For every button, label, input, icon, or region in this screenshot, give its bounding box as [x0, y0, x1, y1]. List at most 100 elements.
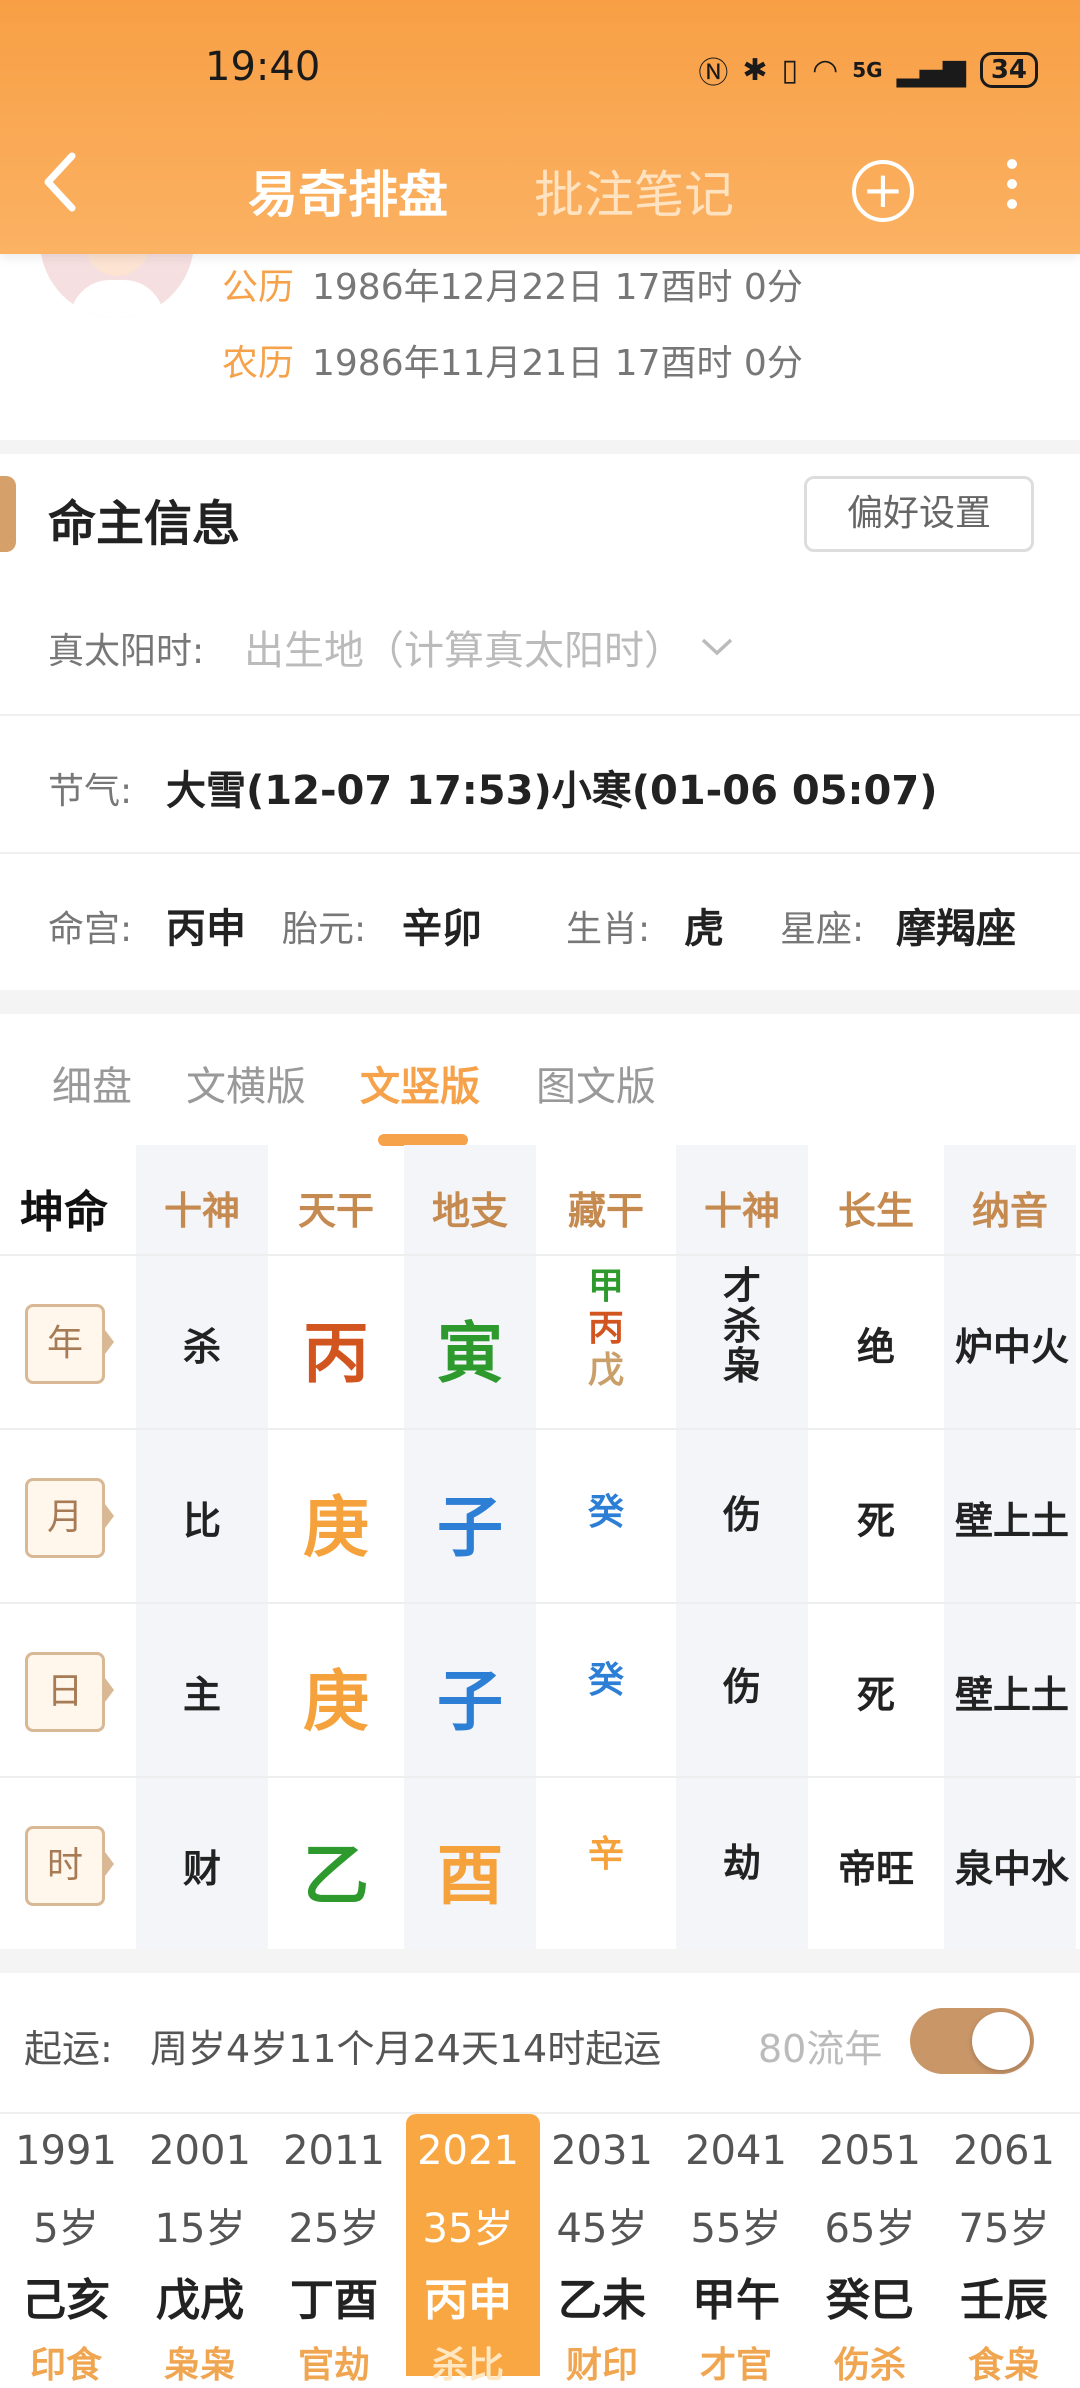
status-bar: 19:40 Ⓝ ✱ ▯ ◠ 5G ▂▄▆ 34 — [0, 0, 1080, 130]
column-bg — [944, 1145, 1076, 1949]
header-tiangan: 天干 — [297, 1189, 374, 1233]
qiyun-label: 起运: — [24, 2027, 113, 2071]
liunian-toggle[interactable] — [910, 2008, 1034, 2074]
cell-tiangan: 庚 — [303, 1489, 369, 1566]
chevron-right-icon — [102, 1674, 114, 1706]
section-title: 命主信息 — [48, 496, 241, 552]
cell-shishen2: 劫 — [722, 1841, 761, 1885]
luck-shishen: 食枭 — [967, 2345, 1040, 2386]
cell-nayin: 壁上土 — [954, 1673, 1069, 1717]
divider — [0, 1949, 1080, 1973]
liunian-label: 80流年 — [758, 2027, 883, 2071]
divider — [0, 714, 1080, 716]
solar-label: 公历 — [222, 267, 295, 308]
canggan-char: 戊 — [587, 1350, 624, 1391]
qiyun-value: 周岁4岁11个月24天14时起运 — [150, 2027, 662, 2071]
cell-shishen: 杀 — [182, 1325, 221, 1369]
toggle-knob — [972, 2012, 1030, 2070]
gender-corner: 坤命 — [20, 1187, 108, 1238]
luck-ganzhi: 丙申 — [424, 2275, 512, 2326]
luck-ganzhi: 乙未 — [558, 2275, 646, 2326]
luck-year: 2011 — [283, 2128, 385, 2174]
luck-year: 2001 — [149, 2128, 251, 2174]
cell-changsheng: 死 — [856, 1499, 895, 1543]
luck-year: 2021 — [417, 2128, 519, 2174]
section-accent — [0, 476, 16, 552]
luck-age: 25岁 — [288, 2206, 380, 2252]
xingzuo-value: 摩羯座 — [896, 906, 1016, 952]
luck-year: 1991 — [15, 2128, 117, 2174]
luck-year: 2041 — [685, 2128, 787, 2174]
luck-ganzhi: 甲午 — [692, 2275, 780, 2326]
header-shishen: 十神 — [163, 1189, 240, 1233]
luck-shishen: 财印 — [565, 2345, 638, 2386]
more-button[interactable] — [1000, 158, 1024, 210]
row-divider — [0, 1776, 1080, 1778]
cell-changsheng: 死 — [856, 1673, 895, 1717]
preference-settings-button[interactable]: 偏好设置 — [804, 476, 1034, 552]
cell-shishen2: 伤 — [722, 1665, 761, 1709]
luck-age: 65岁 — [824, 2206, 916, 2252]
luck-age: 45岁 — [556, 2206, 648, 2252]
luck-column[interactable]: 2041 55岁 甲午 才官 — [670, 2114, 802, 2386]
tab-wenshu[interactable]: 文竖版 — [360, 1054, 480, 1112]
luck-column[interactable]: 2011 25岁 丁酉 官劫 — [268, 2114, 400, 2386]
pillar-year[interactable]: 年 — [25, 1304, 105, 1384]
birthplace-placeholder: 出生地（计算真太阳时） — [244, 628, 684, 674]
chevron-down-icon — [701, 638, 733, 656]
luck-column[interactable]: 2051 65岁 癸巳 伤杀 — [804, 2114, 936, 2386]
more-vertical-icon — [1007, 159, 1017, 209]
tab-xipan[interactable]: 细盘 — [52, 1054, 132, 1112]
chevron-left-icon — [44, 152, 76, 212]
birthplace-select[interactable]: 出生地（计算真太阳时） — [244, 618, 734, 676]
luck-column[interactable]: 2031 45岁 乙未 财印 — [536, 2114, 668, 2386]
cell-canggan: 甲丙戊 — [540, 1266, 672, 1392]
luck-age: 55岁 — [690, 2206, 782, 2252]
luck-column[interactable]: 2021 35岁 丙申 杀比 — [402, 2114, 534, 2386]
luck-ganzhi: 己亥 — [22, 2275, 110, 2326]
cell-canggan: 辛 — [540, 1834, 672, 1876]
cell-canggan: 癸 — [540, 1660, 672, 1702]
chevron-right-icon — [102, 1326, 114, 1358]
back-button[interactable] — [40, 150, 100, 230]
luck-age: 15岁 — [154, 2206, 246, 2252]
tab-yiqi-paipan[interactable]: 易奇排盘 — [248, 155, 448, 227]
luck-shishen: 印食 — [29, 2345, 102, 2386]
tab-annotation-notes[interactable]: 批注笔记 — [534, 155, 734, 227]
header-shishen2: 十神 — [703, 1189, 780, 1233]
chevron-right-icon — [102, 1848, 114, 1880]
cell-shishen: 比 — [182, 1499, 221, 1543]
pillar-month[interactable]: 月 — [25, 1478, 105, 1558]
network-label: 5G — [852, 58, 883, 82]
battery-level: 34 — [990, 55, 1027, 85]
add-button[interactable]: + — [852, 160, 914, 222]
taiyuan-label: 胎元: — [282, 909, 367, 950]
pillar-hour[interactable]: 时 — [25, 1826, 105, 1906]
header-dizhi: 地支 — [431, 1189, 508, 1233]
luck-column[interactable]: 2001 15岁戊戌枭枭 — [134, 2114, 266, 2386]
luck-age: 35岁 — [422, 2206, 514, 2252]
luck-age: 5岁 — [33, 2206, 99, 2252]
canggan-char: 癸 — [587, 1660, 624, 1701]
luck-ganzhi: 戊戌 — [156, 2275, 244, 2326]
canggan-char: 辛 — [587, 1834, 624, 1875]
plus-icon: + — [862, 161, 904, 219]
luck-column[interactable]: 2061 75岁 壬辰 食枭 — [938, 2114, 1070, 2386]
xingzuo-label: 星座: — [780, 909, 865, 950]
divider — [0, 852, 1080, 854]
cell-dizhi: 子 — [437, 1663, 503, 1740]
divider — [0, 440, 1080, 454]
vibrate-icon: ▯ — [781, 52, 799, 88]
tab-wenheng[interactable]: 文横版 — [186, 1054, 306, 1112]
luck-shishen: 伤杀 — [833, 2345, 906, 2386]
minggong-value: 丙申 — [166, 906, 246, 952]
jieqi-value: 大雪(12-07 17:53)小寒(01-06 05:07) — [166, 768, 938, 814]
nfc-icon: Ⓝ — [698, 56, 729, 91]
luck-shishen: 枭枭 — [163, 2345, 236, 2386]
app-header: 19:40 Ⓝ ✱ ▯ ◠ 5G ▂▄▆ 34 易奇排盘 批注笔记 + — [0, 0, 1080, 254]
shengxiao-label: 生肖: — [566, 909, 651, 950]
pillar-day[interactable]: 日 — [25, 1652, 105, 1732]
canggan-char: 癸 — [587, 1492, 624, 1533]
luck-column[interactable]: 1991 5岁己亥印食 — [0, 2114, 132, 2386]
tab-tuwen[interactable]: 图文版 — [536, 1054, 656, 1112]
